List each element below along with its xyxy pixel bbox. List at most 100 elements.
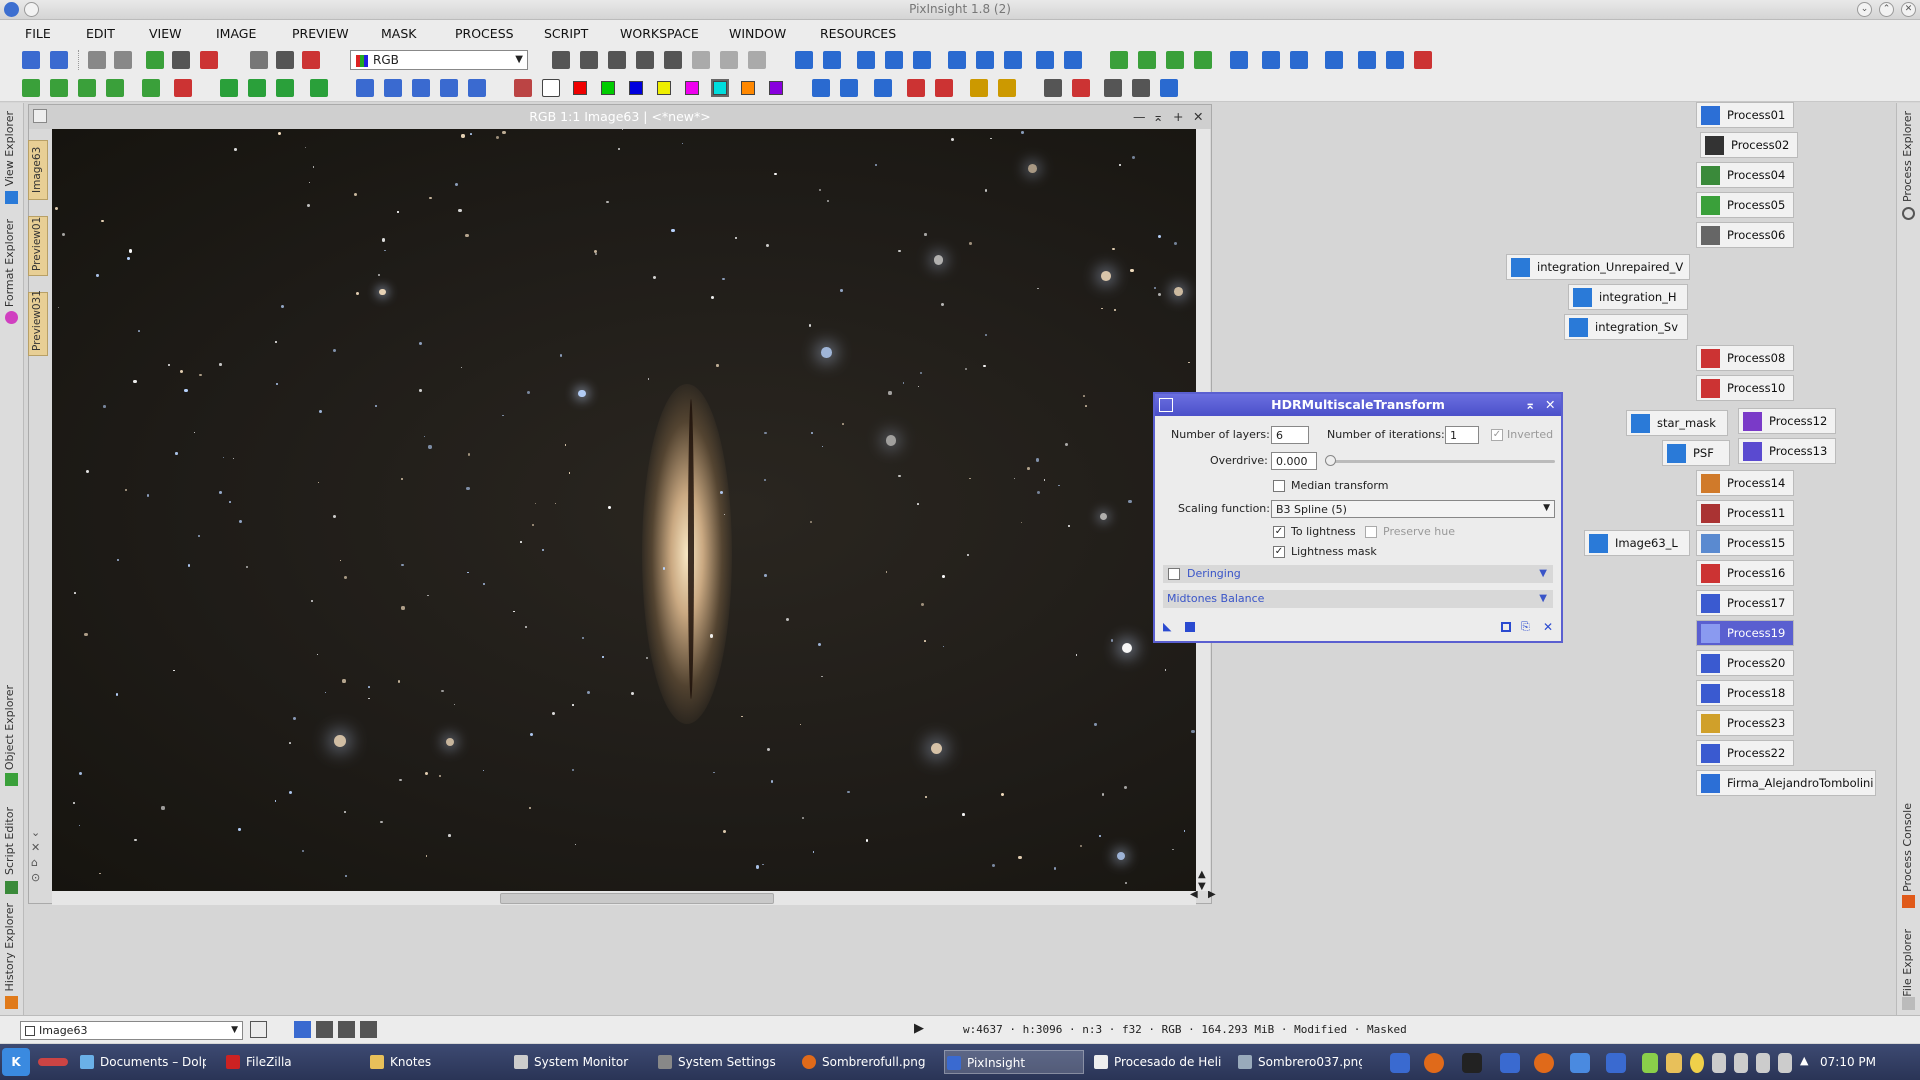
task-procesado[interactable]: Procesado de Heli xyxy=(1092,1050,1222,1074)
menu-script[interactable]: SCRIPT xyxy=(544,26,588,41)
process-icon[interactable]: Process11 xyxy=(1696,500,1794,526)
history-icon-2[interactable] xyxy=(248,79,266,97)
tray-folder-icon[interactable] xyxy=(1666,1053,1682,1073)
process-icon[interactable]: Process16 xyxy=(1696,560,1794,586)
preview-mode-icon[interactable] xyxy=(692,51,710,69)
dialog-menu-icon[interactable] xyxy=(1159,398,1173,412)
object-explorer-tab[interactable]: Object Explorer xyxy=(3,685,16,770)
screen-icon-2[interactable] xyxy=(840,79,858,97)
process-icon[interactable]: Process20 xyxy=(1696,650,1794,676)
process-icon-9[interactable] xyxy=(1358,51,1376,69)
crop-icon[interactable] xyxy=(276,51,294,69)
play-icon[interactable]: ▶ xyxy=(914,1021,924,1036)
process-icon-selected[interactable]: Process19 xyxy=(1696,620,1794,646)
format-explorer-tab[interactable]: Format Explorer xyxy=(3,219,16,307)
save-icon[interactable] xyxy=(114,51,132,69)
real-time-preview-icon[interactable] xyxy=(1501,622,1511,632)
blue-channel-swatch[interactable] xyxy=(629,81,643,95)
reset-icon[interactable]: ✕ xyxy=(1543,620,1553,634)
menu-workspace[interactable]: WORKSPACE xyxy=(620,26,699,41)
delete-icon[interactable] xyxy=(302,51,320,69)
undo-icon[interactable] xyxy=(22,51,40,69)
screen-icon-5[interactable] xyxy=(935,79,953,97)
close-image-icon[interactable] xyxy=(200,51,218,69)
process-icon-4[interactable] xyxy=(1194,51,1212,69)
process-icon[interactable]: Process06 xyxy=(1696,222,1794,248)
inverted-checkbox[interactable]: ✓ xyxy=(1491,429,1503,441)
pager-icon[interactable] xyxy=(38,1058,68,1066)
maximize-icon[interactable]: ⌃ xyxy=(1879,2,1894,17)
zoom-mode-icon[interactable] xyxy=(580,51,598,69)
tray-app2-icon[interactable] xyxy=(1606,1053,1626,1073)
scroll-up-icon[interactable]: ▲ xyxy=(1198,869,1206,880)
process-icon-11[interactable] xyxy=(1414,51,1432,69)
resample-icon[interactable] xyxy=(250,51,268,69)
scroll-down-icon[interactable]: ▼ xyxy=(1198,881,1206,892)
history-icon-1[interactable] xyxy=(220,79,238,97)
process-icon[interactable]: Process04 xyxy=(1696,162,1794,188)
task-sombrero037[interactable]: Sombrero037.png xyxy=(1236,1050,1362,1074)
tray-pixinsight-icon[interactable] xyxy=(1390,1053,1410,1073)
preserve-hue-checkbox[interactable] xyxy=(1365,526,1377,538)
apply-global-icon[interactable] xyxy=(1185,622,1195,632)
task-sombrerofull[interactable]: Sombrerofull.png xyxy=(800,1050,926,1074)
process-icon[interactable]: Process23 xyxy=(1696,710,1794,736)
tray-clipboard-icon[interactable] xyxy=(1642,1053,1658,1073)
stf-icon-1[interactable] xyxy=(970,79,988,97)
image-icon[interactable]: integration_Sv xyxy=(1564,314,1688,340)
readout-mode-icon[interactable] xyxy=(552,51,570,69)
process-icon-1[interactable] xyxy=(1110,51,1128,69)
layout-icon-4[interactable] xyxy=(1132,79,1150,97)
image-side-tools[interactable]: ⌄ ✕ ⌂ ⊙ xyxy=(31,825,40,885)
zoom-fit-icon[interactable] xyxy=(885,51,903,69)
tile-windows-icon[interactable] xyxy=(1036,51,1054,69)
dialog-close-icon[interactable]: ✕ xyxy=(1545,394,1555,416)
orange-swatch[interactable] xyxy=(741,81,755,95)
menu-file[interactable]: FILE xyxy=(25,26,51,41)
menu-view[interactable]: VIEW xyxy=(149,26,182,41)
mask-icon-1[interactable] xyxy=(22,79,40,97)
new-image-icon[interactable] xyxy=(146,51,164,69)
green-channel-swatch[interactable] xyxy=(601,81,615,95)
mirror-h-icon[interactable] xyxy=(440,79,458,97)
image-shade-icon[interactable]: ⌅ xyxy=(1153,105,1163,129)
cyan-swatch[interactable] xyxy=(711,79,729,97)
iterations-spinbox[interactable]: 1 xyxy=(1445,426,1479,444)
screen-icon-3[interactable] xyxy=(874,79,892,97)
image-minimize-icon[interactable]: — xyxy=(1133,105,1146,129)
script-editor-tab[interactable]: Script Editor xyxy=(3,807,16,875)
reset-view-icon[interactable] xyxy=(1004,51,1022,69)
menu-preview[interactable]: PREVIEW xyxy=(292,26,349,41)
menu-resources[interactable]: RESOURCES xyxy=(820,26,896,41)
mask-icon-5[interactable] xyxy=(142,79,160,97)
cascade-windows-icon[interactable] xyxy=(1064,51,1082,69)
tray-firefox-icon[interactable] xyxy=(1424,1053,1444,1073)
history-icon-3[interactable] xyxy=(276,79,294,97)
process-icon[interactable]: Process01 xyxy=(1696,102,1794,128)
overdrive-input[interactable]: 0.000 xyxy=(1271,452,1317,470)
view-explorer-tab[interactable]: View Explorer xyxy=(3,111,16,186)
dialog-shade-icon[interactable]: ⌅ xyxy=(1525,394,1535,416)
hdr-multiscale-dialog[interactable]: HDRMultiscaleTransform ⌅ ✕ Number of lay… xyxy=(1153,392,1563,643)
tab-image63[interactable]: Image63 xyxy=(28,140,48,200)
task-system-settings[interactable]: System Settings xyxy=(656,1050,782,1074)
screen-icon-4[interactable] xyxy=(907,79,925,97)
layout-icon-3[interactable] xyxy=(1104,79,1122,97)
screen-icon-1[interactable] xyxy=(812,79,830,97)
tray-tools-icon[interactable] xyxy=(1712,1053,1726,1073)
fit-window-icon[interactable] xyxy=(976,51,994,69)
image-icon[interactable]: Image63_L xyxy=(1584,530,1690,556)
edit-preview-icon[interactable] xyxy=(720,51,738,69)
layout-icon-5[interactable] xyxy=(1160,79,1178,97)
horizontal-scroll-thumb[interactable] xyxy=(500,893,774,904)
process-icon-6[interactable] xyxy=(1262,51,1280,69)
mask-icon-4[interactable] xyxy=(106,79,124,97)
display-mode-1-icon[interactable] xyxy=(294,1021,311,1038)
menu-process[interactable]: PROCESS xyxy=(455,26,514,41)
display-mode-2-icon[interactable] xyxy=(316,1021,333,1038)
view-mode-icon[interactable] xyxy=(250,1021,267,1038)
deringing-checkbox[interactable] xyxy=(1168,568,1180,580)
start-menu-icon[interactable]: K xyxy=(2,1048,30,1076)
process-icon-2[interactable] xyxy=(1138,51,1156,69)
task-system-monitor[interactable]: System Monitor xyxy=(512,1050,638,1074)
